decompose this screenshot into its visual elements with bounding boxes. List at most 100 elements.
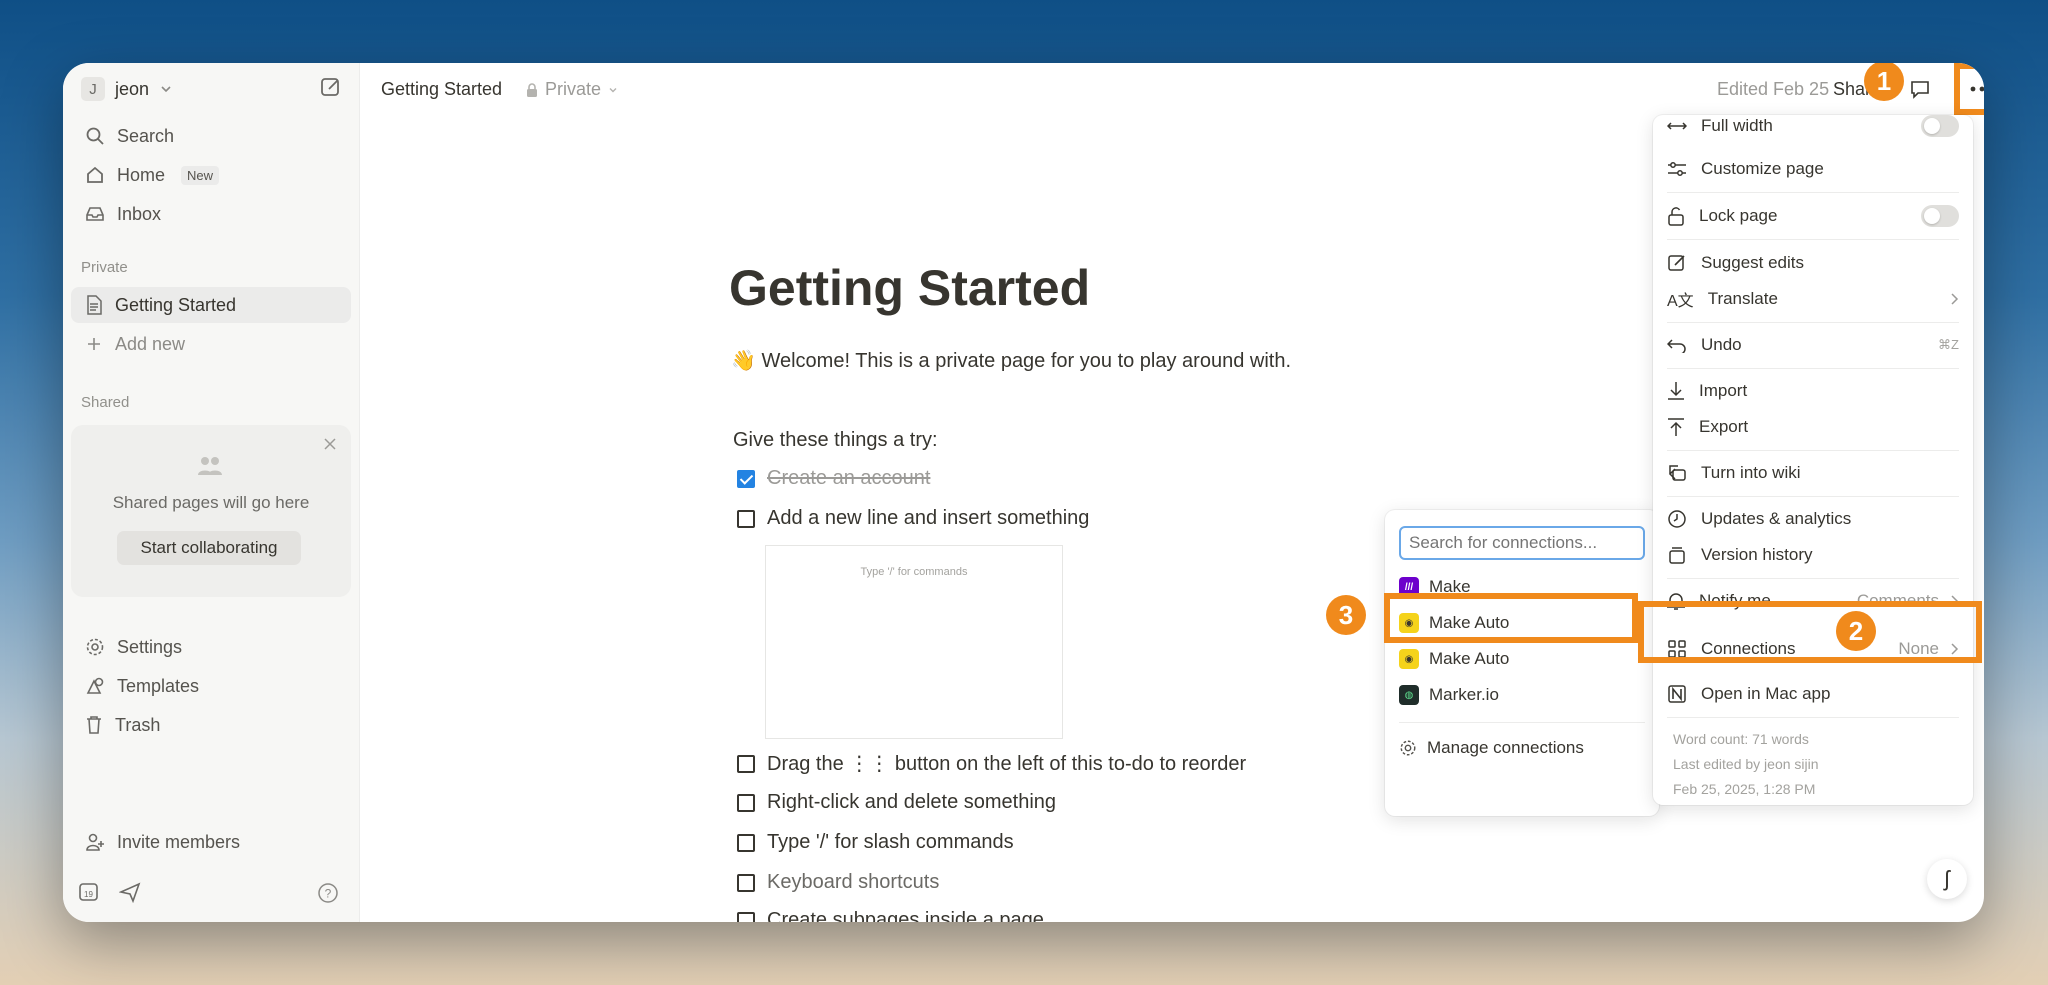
unlock-icon (1667, 206, 1685, 226)
word-count: Word count: 71 words (1673, 731, 1809, 747)
menu-item-updates-analytics[interactable]: Updates & analytics (1667, 504, 1959, 534)
new-badge: New (181, 165, 220, 185)
page-title[interactable]: Getting Started (729, 259, 1090, 317)
todo-checkbox[interactable] (737, 833, 755, 852)
manage-connections-item[interactable]: Manage connections (1399, 733, 1645, 763)
sidebar-item-label: Settings (117, 636, 183, 657)
more-dots-icon (1970, 86, 1984, 92)
divider (1667, 192, 1959, 193)
menu-item-label: Customize page (1701, 159, 1824, 178)
add-person-icon (85, 832, 105, 852)
workspace-avatar: J (81, 77, 105, 101)
menu-item-label: Export (1699, 417, 1749, 436)
trash-icon (85, 715, 103, 735)
todo-text: Keyboard shortcuts (767, 871, 940, 893)
todo-item[interactable]: Create subpages inside a page (737, 909, 1044, 922)
divider (1399, 722, 1645, 723)
privacy-indicator[interactable]: Private (525, 79, 619, 100)
full-width-toggle[interactable] (1921, 115, 1959, 137)
history-icon (1667, 545, 1687, 565)
menu-item-label: Full width (1701, 116, 1773, 135)
step-marker-2: 2 (1836, 611, 1876, 651)
lock-page-toggle[interactable] (1921, 205, 1959, 227)
help-icon[interactable]: ? (317, 882, 339, 904)
menu-item-suggest-edits[interactable]: Suggest edits (1667, 248, 1959, 278)
translate-icon: A文 (1667, 293, 1694, 310)
todo-checkbox[interactable] (737, 509, 755, 528)
ai-assistant-button[interactable]: ʃ (1927, 859, 1967, 899)
more-options-button[interactable] (1954, 63, 1984, 115)
todo-item[interactable]: Type '/' for slash commands (737, 831, 1014, 854)
sidebar-item-search[interactable]: Search (71, 118, 351, 154)
todo-text: Type '/' for slash commands (767, 831, 1014, 853)
todo-text: Add a new line and insert something (767, 507, 1090, 529)
close-icon[interactable] (323, 437, 337, 451)
calendar-day: 19 (84, 890, 93, 899)
connection-item-make-auto[interactable]: ◉ Make Auto (1399, 644, 1645, 674)
sidebar-item-settings[interactable]: Settings (71, 629, 351, 665)
privacy-label: Private (545, 79, 602, 99)
todo-item[interactable]: Add a new line and insert something (737, 507, 1089, 530)
undo-shortcut: ⌘Z (1938, 337, 1959, 352)
menu-item-full-width[interactable]: Full width (1667, 115, 1959, 141)
edited-date: Edited Feb 25 (1717, 79, 1830, 99)
todo-checkbox[interactable] (737, 911, 755, 922)
shared-empty-text: Shared pages will go here (112, 493, 310, 512)
breadcrumb[interactable]: Getting Started (381, 79, 502, 100)
sidebar-item-getting-started[interactable]: Getting Started (71, 287, 351, 323)
embed-placeholder: Type '/' for commands (860, 566, 968, 578)
menu-item-import[interactable]: Import (1667, 376, 1959, 406)
sidebar-item-home[interactable]: Home New (71, 157, 351, 193)
menu-item-version-history[interactable]: Version history (1667, 540, 1959, 570)
welcome-message: Welcome! This is a private page for you … (761, 350, 1291, 372)
menu-item-turn-into-wiki[interactable]: Turn into wiki (1667, 458, 1959, 488)
comment-icon[interactable] (1909, 78, 1931, 100)
try-heading[interactable]: Give these things a try: (733, 429, 938, 452)
send-icon[interactable] (119, 880, 141, 904)
clock-icon (1667, 509, 1687, 529)
sidebar-item-trash[interactable]: Trash (71, 707, 351, 743)
invite-members-button[interactable]: Invite members (71, 824, 351, 860)
undo-icon (1667, 337, 1687, 353)
divider (1667, 368, 1959, 369)
divider (1667, 450, 1959, 451)
welcome-text[interactable]: 👋 Welcome! This is a private page for yo… (731, 348, 1291, 373)
todo-item[interactable]: Create an account (737, 467, 930, 490)
menu-item-undo[interactable]: Undo ⌘Z (1667, 330, 1959, 360)
todo-checkbox[interactable] (737, 469, 755, 488)
start-collaborating-button[interactable]: Start collaborating (117, 531, 301, 565)
sidebar-item-add-new[interactable]: Add new (71, 326, 351, 362)
download-icon (1667, 381, 1685, 401)
workspace-switcher[interactable]: J jeon (81, 77, 173, 101)
topbar: Getting Started Private Edited Feb 25 Sh… (359, 63, 1984, 115)
calendar-icon[interactable]: 19 (77, 880, 101, 904)
sidebar-item-inbox[interactable]: Inbox (71, 196, 351, 232)
todo-text: Create an account (767, 467, 931, 489)
sidebar-item-templates[interactable]: Templates (71, 668, 351, 704)
new-page-icon[interactable] (319, 75, 343, 99)
todo-item[interactable]: Drag the ⋮⋮ button on the left of this t… (737, 751, 1246, 776)
todo-item[interactable]: Right-click and delete something (737, 791, 1056, 814)
chevron-down-icon (159, 82, 173, 96)
connection-label: Marker.io (1429, 685, 1499, 704)
divider (1667, 717, 1959, 718)
menu-item-translate[interactable]: A文 Translate (1667, 284, 1959, 314)
connection-item-marker-io[interactable]: ◍ Marker.io (1399, 680, 1645, 710)
todo-checkbox[interactable] (737, 754, 755, 773)
menu-item-open-in-mac-app[interactable]: Open in Mac app (1667, 679, 1959, 709)
marker-io-logo-icon: ◍ (1399, 685, 1419, 705)
connections-search-input[interactable] (1399, 526, 1645, 560)
home-icon (85, 165, 105, 185)
embed-block[interactable]: Type '/' for commands (765, 545, 1063, 739)
wave-emoji: 👋 (731, 350, 756, 372)
sidebar-item-label: Inbox (117, 203, 162, 224)
todo-item[interactable]: Keyboard shortcuts (737, 871, 939, 894)
arrows-horizontal-icon (1667, 119, 1687, 133)
notion-app-icon (1667, 684, 1687, 704)
todo-checkbox[interactable] (737, 793, 755, 812)
menu-item-customize-page[interactable]: Customize page (1667, 154, 1959, 184)
menu-item-export[interactable]: Export (1667, 412, 1959, 442)
menu-item-label: Suggest edits (1701, 253, 1805, 272)
todo-checkbox[interactable] (737, 873, 755, 892)
menu-item-lock-page[interactable]: Lock page (1667, 201, 1959, 231)
